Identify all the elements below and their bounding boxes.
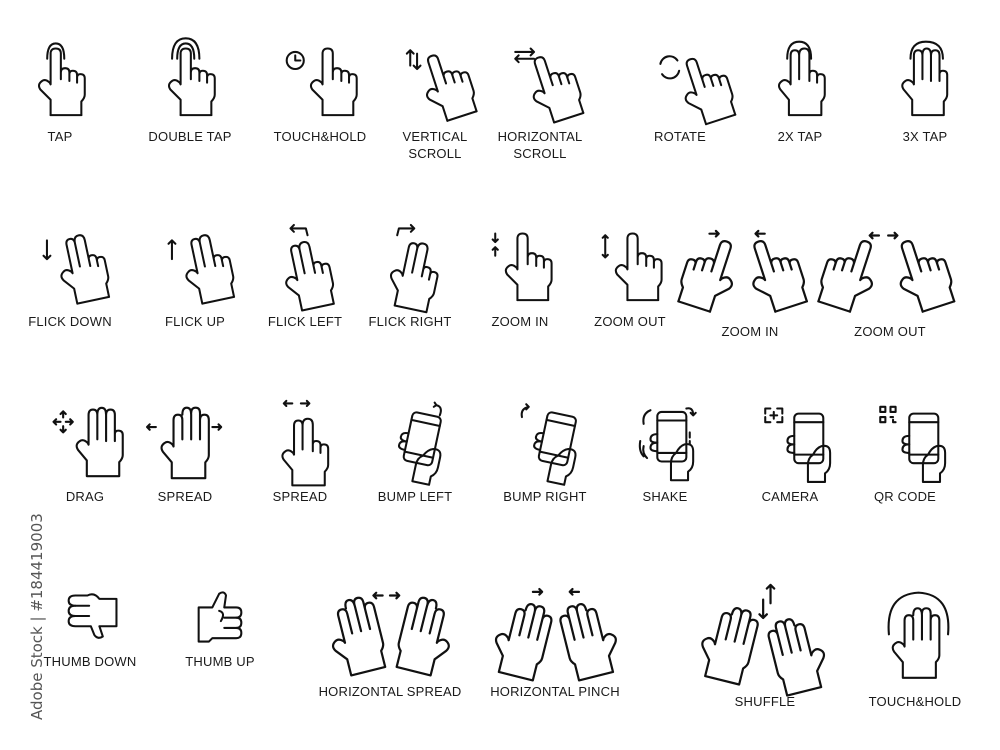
gesture-item: ZOOM OUT: [810, 215, 970, 340]
gesture-label: SPREAD: [272, 489, 328, 504]
gesture-label: TAP: [47, 129, 73, 144]
bump-left-icon: [391, 401, 450, 487]
gesture-label: ZOOM OUT: [594, 314, 666, 329]
spread-hand-icon: [146, 406, 223, 480]
shake-icon: [638, 407, 697, 482]
gesture-label: ZOOM IN: [491, 314, 549, 329]
camera-icon: [764, 407, 832, 483]
gesture-label: ZOOM IN: [721, 324, 779, 339]
gesture-label: CAMERA: [761, 489, 819, 504]
horizontal-spread-icon: [321, 591, 460, 680]
gesture-label: SHUFFLE: [734, 694, 796, 709]
gesture-label: THUMB DOWN: [43, 654, 137, 669]
gesture-label: HORIZONTAL PINCH: [490, 684, 620, 699]
gesture-label: TOUCH&HOLD: [868, 694, 962, 709]
gesture-label: BUMP LEFT: [377, 489, 453, 504]
gesture-label: 2X TAP: [777, 129, 823, 144]
gesture-label: ZOOM OUT: [854, 324, 926, 339]
gesture-label: BUMP RIGHT: [503, 489, 587, 504]
gesture-label: QR CODE: [873, 489, 937, 504]
bump-right-icon: [520, 403, 585, 487]
three-finger-tap-icon: [901, 40, 949, 117]
flick-down-icon: [42, 230, 114, 307]
gesture-label: DOUBLE TAP: [148, 129, 232, 144]
gesture-label: FLICK UP: [164, 314, 226, 329]
flick-up-icon: [167, 230, 239, 307]
two-finger-tap-icon: [777, 40, 826, 117]
gesture-label: ROTATE: [654, 129, 706, 144]
gesture-item: SHUFFLE: [685, 575, 845, 710]
gesture-label: SHAKE: [642, 489, 688, 504]
gesture-label: TOUCH&HOLD: [273, 129, 367, 144]
gesture-item: HORIZONTAL PINCH: [475, 575, 635, 700]
gesture-label: SPREAD: [157, 489, 213, 504]
thumb-down-icon: [67, 593, 118, 639]
gesture-item: QR CODE: [825, 390, 985, 505]
flick-right-icon: [383, 223, 445, 314]
thumb-up-icon: [197, 591, 243, 643]
spread-fingers-icon: [281, 399, 330, 487]
touch-hold-palm-icon: [887, 591, 950, 679]
zoom-in-single-icon: [491, 232, 553, 302]
zoom-out-two-hands-icon: [813, 230, 959, 317]
rotate-icon: [659, 30, 715, 120]
gesture-label: VERTICAL SCROLL: [402, 129, 468, 161]
gesture-label: DRAG: [65, 489, 105, 504]
gesture-item: HORIZONTAL SCROLL: [460, 30, 620, 162]
gesture-label: HORIZONTAL SCROLL: [497, 129, 583, 161]
gesture-item: HORIZONTAL SPREAD: [310, 575, 470, 700]
gesture-item: 3X TAP: [845, 30, 1000, 145]
zoom-out-single-icon: [601, 232, 663, 302]
horizontal-pinch-icon: [487, 587, 625, 683]
gesture-item: ZOOM IN: [670, 215, 830, 340]
gesture-label: HORIZONTAL SPREAD: [318, 684, 462, 699]
gesture-item: TOUCH&HOLD: [835, 575, 995, 710]
zoom-in-two-hands-icon: [673, 229, 812, 317]
touch-hold-icon: [285, 47, 358, 117]
tap-icon: [37, 42, 86, 117]
gesture-label: 3X TAP: [902, 129, 948, 144]
qr-code-icon: [879, 405, 947, 483]
gesture-label: FLICK DOWN: [28, 314, 112, 329]
double-tap-icon: [167, 37, 216, 117]
horizontal-scroll-icon: [514, 47, 575, 120]
gesture-label: THUMB UP: [185, 654, 255, 669]
gesture-item: THUMB UP: [140, 575, 300, 670]
watermark-text: Adobe Stock | #184419003: [28, 513, 46, 720]
shuffle-icon: [693, 583, 833, 698]
